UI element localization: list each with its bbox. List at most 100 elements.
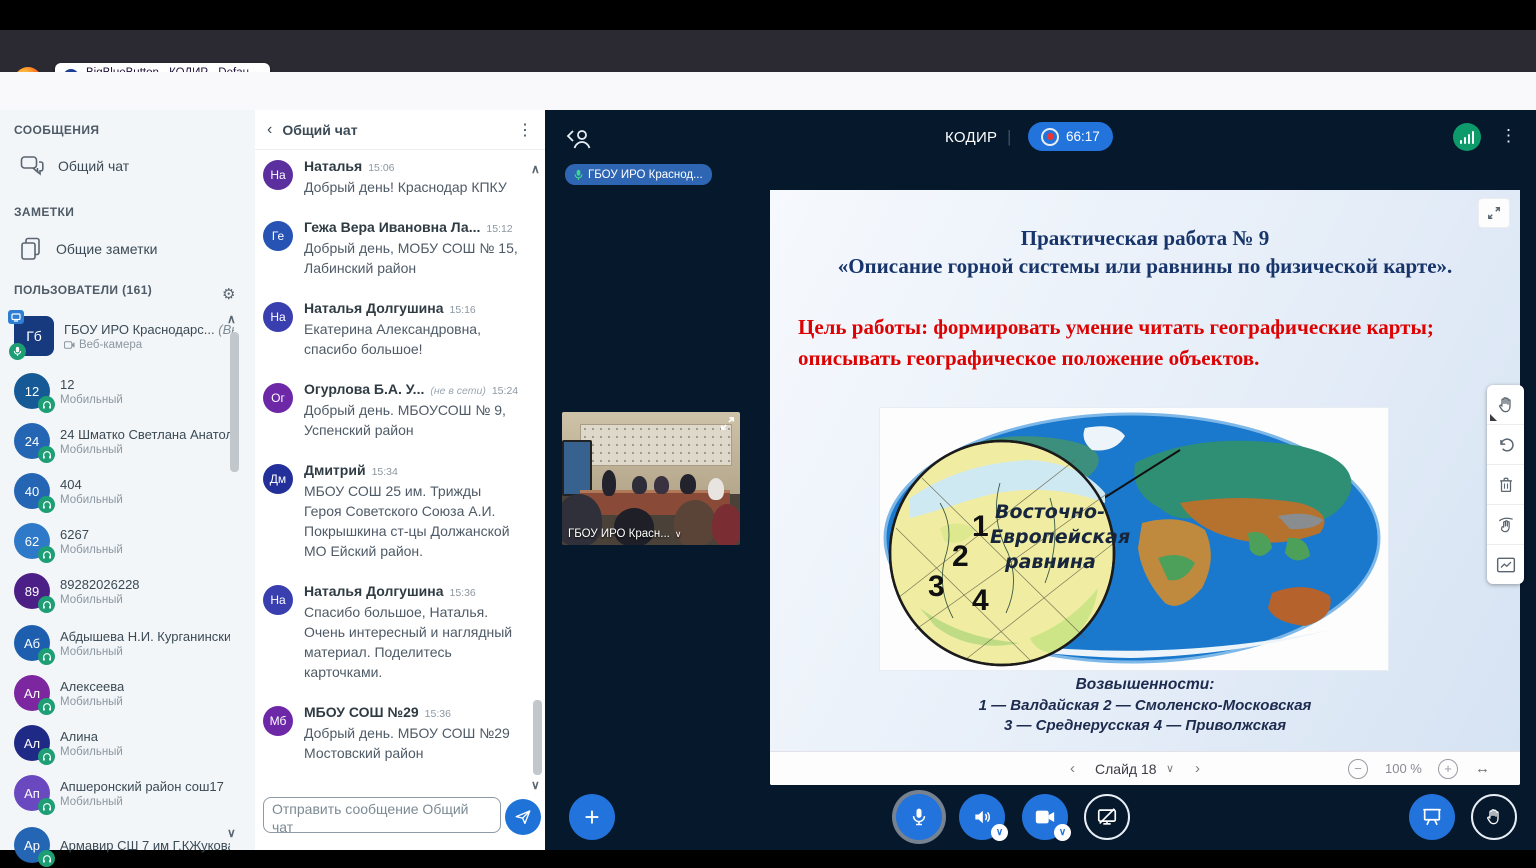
mute-microphone-button[interactable] <box>896 794 942 840</box>
slide-toolbar: ‹ Слайд 18 ∨ › − 100 % + ↔ <box>770 751 1520 785</box>
users-scroll-up-icon[interactable]: ∧ <box>227 312 236 326</box>
user-row[interactable]: Ар Армавир СШ 7 им Г.КЖукова <box>14 822 234 868</box>
webcam-scene-person <box>632 476 647 494</box>
slide-number-label[interactable]: Слайд 18 <box>1095 752 1157 785</box>
undo-annotation-button[interactable] <box>1487 425 1524 465</box>
webcam-label-chevron-icon[interactable]: ∨ <box>675 529 682 540</box>
options-kebab-icon[interactable]: ⋮ <box>1500 126 1517 146</box>
users-settings-gear-icon[interactable]: ⚙ <box>222 285 235 303</box>
zoom-in-button[interactable]: + <box>1438 752 1458 785</box>
slide[interactable]: Практическая работа № 9 «Описание горной… <box>770 190 1520 752</box>
connection-status-icon[interactable] <box>1453 123 1481 151</box>
user-row[interactable]: 40 404 Мобильный <box>14 468 234 514</box>
user-row[interactable]: 12 12 Мобильный <box>14 368 234 414</box>
user-name: 12 <box>60 377 123 392</box>
message-text: Добрый день! Краснодар КПКУ <box>304 177 522 197</box>
message-time: 15:12 <box>486 223 512 235</box>
avatar-initials: На <box>270 310 285 324</box>
user-row[interactable]: Ал Алина Мобильный <box>14 720 234 766</box>
screenshare-button[interactable] <box>1084 794 1130 840</box>
notes-icon <box>20 237 42 261</box>
chat-scroll-down-icon[interactable]: ∨ <box>531 778 540 792</box>
webcam-fullscreen-icon[interactable] <box>720 416 735 431</box>
avatar-initials: На <box>270 168 285 182</box>
user-device: Мобильный <box>60 444 230 456</box>
webcam-share-button[interactable]: ∨ <box>1022 794 1068 840</box>
user-row[interactable]: Аб Абдышева Н.И. Курганинский Мобильный <box>14 620 234 666</box>
whiteboard-panel-button[interactable] <box>1487 545 1524 584</box>
message-author: Наталья <box>304 158 362 174</box>
fit-width-button[interactable]: ↔ <box>1475 752 1490 785</box>
hand-tool-icon <box>1496 395 1516 415</box>
webcam-mini-icon <box>64 341 75 349</box>
chat-header: ‹ Общий чат ⋮ <box>255 110 545 150</box>
map-marker-4: 4 <box>972 584 989 617</box>
prev-slide-button[interactable]: ‹ <box>1070 752 1075 785</box>
multi-user-whiteboard-button[interactable] <box>1487 505 1524 545</box>
user-name: Апшеронский район сош17 <box>60 779 224 794</box>
avatar-initials: На <box>270 593 285 607</box>
undo-icon <box>1496 435 1516 455</box>
users-scroll-down-icon[interactable]: ∨ <box>227 826 236 840</box>
send-message-button[interactable] <box>505 799 541 835</box>
webcam-scene-person <box>602 470 616 496</box>
avatar: 40 <box>14 473 50 509</box>
meeting-title: КОДИР <box>945 129 997 146</box>
sidebar-item-shared-notes[interactable]: Общие заметки <box>20 237 157 261</box>
user-row[interactable]: Ап Апшеронский район сош17 Мобильный <box>14 770 234 816</box>
user-status: Веб-камера <box>79 339 142 351</box>
minus-icon: − <box>1354 762 1362 775</box>
avatar-initials: Ог <box>271 391 285 405</box>
sidebar-item-public-chat[interactable]: Общий чат <box>20 155 129 177</box>
raise-hand-button[interactable] <box>1471 794 1517 840</box>
avatar: Ал <box>14 675 50 711</box>
recording-time: 66:17 <box>1066 129 1100 144</box>
zoom-out-button[interactable]: − <box>1348 752 1368 785</box>
slide-map-figure: 1 2 3 4 Восточно- Европейская равнина <box>880 408 1388 670</box>
manage-users-back-icon[interactable] <box>565 127 595 151</box>
title-separator: | <box>1007 127 1011 147</box>
chat-message-input[interactable]: Отправить сообщение Общий чат <box>263 797 501 833</box>
message-time: 15:24 <box>492 385 518 397</box>
webcam-video[interactable]: ГБОУ ИРО Красн... ∨ <box>562 412 740 545</box>
webcam-scene-person <box>654 476 669 494</box>
tool-submenu-corner <box>1490 414 1497 421</box>
audio-speaker-button[interactable]: ∨ <box>959 794 1005 840</box>
map-caption-line1: 1 — Валдайская 2 — Смоленско-Московская <box>770 697 1520 714</box>
audio-options-chevron-icon[interactable]: ∨ <box>991 824 1008 841</box>
slide-select-chevron-icon[interactable]: ∨ <box>1166 752 1174 785</box>
avatar: Гб <box>14 316 54 356</box>
chat-back-icon[interactable]: ‹ <box>267 121 272 139</box>
user-row[interactable]: 62 6267 Мобильный <box>14 518 234 564</box>
chat-title: Общий чат <box>282 122 507 138</box>
chat-message: Дм Дмитрий15:34 МБОУ СОШ 25 им. Трижды Г… <box>263 462 525 561</box>
user-row[interactable]: 89 89282026228 Мобильный <box>14 568 234 614</box>
trash-icon <box>1497 475 1515 495</box>
clear-annotations-button[interactable] <box>1487 465 1524 505</box>
map-marker-3: 3 <box>928 570 945 603</box>
minimize-presentation-button[interactable] <box>1409 794 1455 840</box>
record-dot-icon <box>1041 128 1059 146</box>
presentation-fullscreen-button[interactable] <box>1478 198 1510 228</box>
webcam-options-chevron-icon[interactable]: ∨ <box>1054 824 1071 841</box>
chat-message: Мб МБОУ СОШ №2915:36 Добрый день. МБОУ С… <box>263 704 525 763</box>
speaker-icon <box>971 807 993 827</box>
user-row[interactable]: 24 24 Шматко Светлана Анатол Мобильный <box>14 418 234 464</box>
users-scrollbar-thumb[interactable] <box>230 332 239 472</box>
headset-badge <box>38 396 55 413</box>
recording-indicator[interactable]: 66:17 <box>1028 122 1113 151</box>
chat-scrollbar-thumb[interactable] <box>533 700 542 775</box>
chat-scroll-up-icon[interactable]: ∧ <box>531 162 540 176</box>
message-author: Наталья Долгушина <box>304 300 443 316</box>
chat-options-kebab-icon[interactable]: ⋮ <box>517 120 533 140</box>
mic-mini-icon <box>574 169 583 181</box>
slide-goal-text: Цель работы: формировать умение читать г… <box>798 312 1470 374</box>
user-row-current[interactable]: Гб ГБОУ ИРО Краснодарс... (Вы) Веб-камер… <box>14 310 234 362</box>
actions-plus-button[interactable]: + <box>569 794 615 840</box>
plus-icon: + <box>1444 762 1452 775</box>
message-author: МБОУ СОШ №29 <box>304 704 419 720</box>
user-row[interactable]: Ал Алексеева Мобильный <box>14 670 234 716</box>
hand-tool-button[interactable] <box>1487 385 1524 425</box>
talking-indicator[interactable]: ГБОУ ИРО Краснод... <box>565 164 712 185</box>
next-slide-button[interactable]: › <box>1195 752 1200 785</box>
